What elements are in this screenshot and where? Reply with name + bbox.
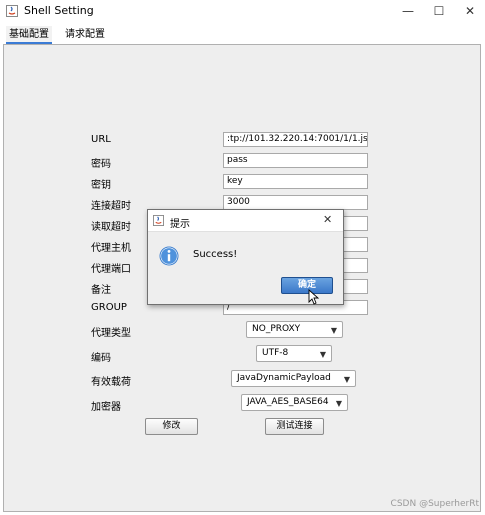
tab-bar: 基础配置 请求配置 [0,24,485,44]
password-field[interactable]: pass [223,153,368,168]
proxy-type-select[interactable]: NO_PROXY ▼ [246,321,343,338]
cryption-value: JAVA_AES_BASE64 [247,397,329,407]
chevron-down-icon: ▼ [335,399,342,408]
modify-button[interactable]: 修改 [145,418,198,435]
dialog-title-bar: 提示 ✕ [148,210,343,232]
payload-select[interactable]: JavaDynamicPayload ▼ [231,370,356,387]
maximize-button[interactable]: ☐ [424,0,454,22]
read-timeout-label: 读取超时 [91,222,131,233]
payload-label: 有效载荷 [91,377,131,388]
key-label: 密钥 [91,180,111,191]
close-button[interactable]: ✕ [455,0,485,22]
encoding-label: 编码 [91,353,111,364]
info-icon [159,246,179,266]
watermark: CSDN @SuperherRt [390,499,479,509]
proxy-type-label: 代理类型 [91,328,131,339]
java-app-icon [153,215,164,226]
chevron-down-icon: ▼ [343,375,350,384]
minimize-button[interactable]: — [393,0,423,22]
tab-basic-config[interactable]: 基础配置 [6,26,52,44]
encoding-value: UTF-8 [262,348,289,358]
proxy-host-label: 代理主机 [91,243,131,254]
key-field[interactable]: key [223,174,368,189]
cryption-label: 加密器 [91,402,121,413]
ok-button[interactable]: 确定 [281,277,333,294]
connect-timeout-label: 连接超时 [91,201,131,212]
dialog-title: 提示 [170,219,190,230]
tab-request-config[interactable]: 请求配置 [62,26,108,44]
payload-value: JavaDynamicPayload [237,373,331,383]
chevron-down-icon: ▼ [319,350,326,359]
test-connection-button[interactable]: 测试连接 [265,418,324,435]
dialog-message: Success! [193,249,238,260]
group-label: GROUP [91,302,127,313]
window-title: Shell Setting [24,4,94,17]
cryption-select[interactable]: JAVA_AES_BASE64 ▼ [241,394,348,411]
mouse-cursor-icon [308,289,320,305]
chevron-down-icon: ▼ [330,326,337,335]
password-label: 密码 [91,159,111,170]
java-app-icon [6,5,18,17]
proxy-type-value: NO_PROXY [252,324,301,334]
encoding-select[interactable]: UTF-8 ▼ [256,345,332,362]
dialog-close-button[interactable]: ✕ [323,213,332,226]
remark-label: 备注 [91,285,111,296]
url-label: URL [91,134,111,145]
url-field[interactable]: :tp://101.32.220.14:7001/1/1.jsp [223,132,368,147]
title-bar: Shell Setting — ☐ ✕ [0,0,485,22]
proxy-port-label: 代理端口 [91,264,131,275]
connect-timeout-field[interactable]: 3000 [223,195,368,210]
